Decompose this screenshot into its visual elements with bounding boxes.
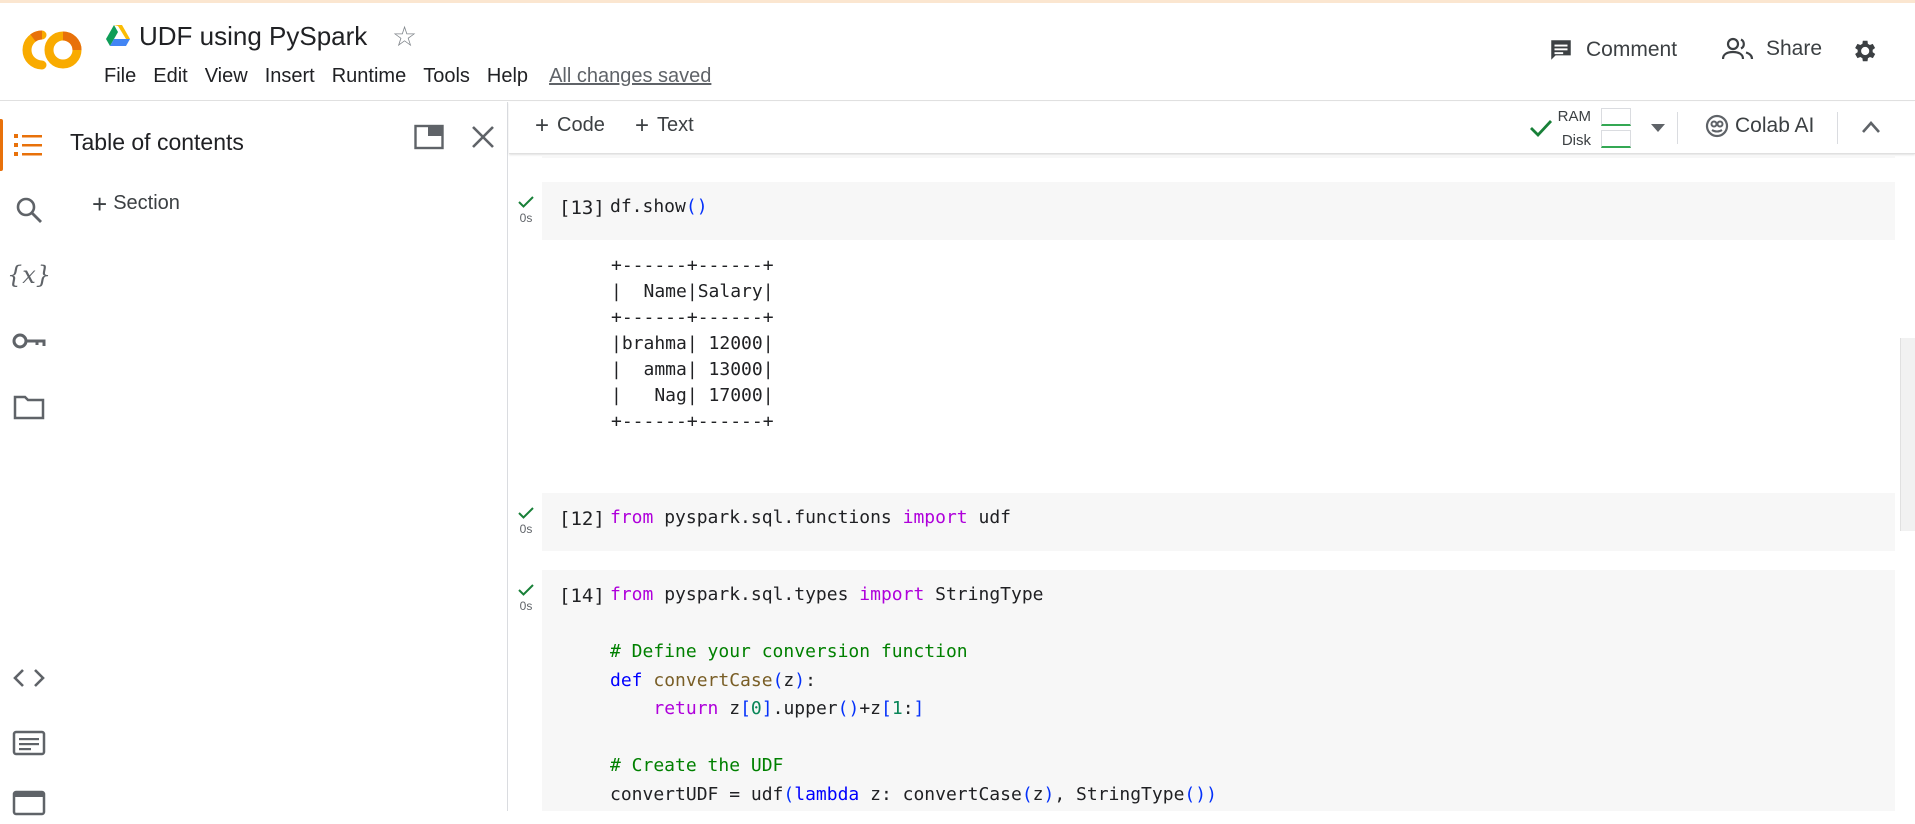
check-icon (518, 584, 534, 596)
output-line: | Nag| 17000| (611, 385, 774, 406)
plus-icon: + (635, 111, 650, 139)
cell-status[interactable]: 0s (511, 195, 541, 225)
add-code-label: Code (557, 114, 605, 136)
toc-icon[interactable] (12, 128, 46, 162)
output-line: |brahma| 12000| (611, 333, 774, 354)
cell-status[interactable]: 0s (511, 583, 541, 613)
toolbar-divider (1837, 112, 1838, 144)
execution-time: 0s (519, 211, 533, 225)
plus-icon: + (535, 111, 550, 139)
share-button[interactable]: Share (1722, 37, 1822, 61)
colab-ai-label: Colab AI (1735, 114, 1815, 137)
comment-label: Comment (1586, 38, 1678, 61)
comment-button[interactable]: Comment (1548, 37, 1677, 63)
terminal-icon[interactable] (12, 790, 46, 824)
disk-usage-bar (1601, 130, 1631, 148)
share-label: Share (1766, 37, 1823, 60)
google-drive-icon[interactable] (106, 25, 130, 47)
command-palette-icon[interactable] (12, 726, 46, 760)
chevron-down-icon[interactable] (1651, 124, 1665, 133)
toc-title: Table of contents (70, 129, 244, 155)
close-icon[interactable] (470, 124, 496, 155)
execution-time: 0s (519, 599, 533, 613)
menu-insert[interactable]: Insert (265, 65, 315, 88)
colab-logo[interactable] (18, 27, 84, 73)
cell-output: +------+------+ | Name|Salary| +------+---… (611, 253, 774, 435)
menu-edit[interactable]: Edit (153, 65, 187, 88)
execution-count: [14] (559, 585, 605, 607)
notebook-toolbar: + Code + Text RAM Disk Colab AI (509, 102, 1915, 154)
ram-label: RAM (1557, 108, 1591, 125)
active-indicator (0, 119, 3, 171)
output-line: +------+------+ (611, 255, 774, 276)
code-editor[interactable]: from pyspark.sql.functions import udf (610, 504, 1011, 533)
ram-usage-bar (1601, 108, 1631, 126)
toolbar-divider (1677, 112, 1678, 144)
cell-status[interactable]: 0s (511, 506, 541, 536)
code-cell[interactable]: [12] from pyspark.sql.functions import u… (542, 493, 1895, 551)
code-snippets-icon[interactable] (12, 661, 46, 695)
disk-label: Disk (1561, 132, 1591, 149)
menu-help[interactable]: Help (487, 65, 528, 88)
comment-icon (1551, 40, 1571, 60)
check-icon (518, 196, 534, 208)
search-icon[interactable] (12, 193, 46, 227)
menu-runtime[interactable]: Runtime (332, 65, 406, 88)
menu-view[interactable]: View (205, 65, 248, 88)
output-line: | Name|Salary| (611, 281, 774, 302)
secrets-key-icon[interactable] (12, 324, 46, 358)
output-line: | amma| 13000| (611, 359, 774, 380)
people-icon (1722, 37, 1754, 60)
code-editor[interactable]: from pyspark.sql.types import StringType… (610, 581, 1217, 809)
code-line: df.show() (610, 196, 708, 217)
variables-icon[interactable]: {𝑥} (7, 258, 51, 292)
chevron-up-icon[interactable] (1861, 120, 1881, 134)
add-text-button[interactable]: + Text (635, 111, 694, 139)
add-section-button[interactable]: + Section (92, 188, 180, 219)
star-icon[interactable]: ☆ (392, 21, 417, 53)
previous-cell-fragment[interactable] (542, 155, 1895, 158)
check-icon (518, 507, 534, 519)
colab-ai-icon (1705, 114, 1729, 138)
output-line: +------+------+ (611, 307, 774, 328)
menu-tools[interactable]: Tools (423, 65, 470, 88)
code-cell[interactable]: [14] from pyspark.sql.types import Strin… (542, 570, 1895, 811)
output-line: +------+------+ (611, 411, 774, 432)
save-status-link[interactable]: All changes saved (549, 65, 711, 88)
add-text-label: Text (657, 114, 694, 136)
add-section-label: Section (113, 192, 180, 214)
open-in-tab-icon[interactable] (414, 124, 444, 155)
table-of-contents-panel: Table of contents + Section (58, 102, 508, 811)
code-cell[interactable]: [13] df.show() (542, 182, 1895, 240)
code-editor[interactable]: df.show() (610, 193, 708, 222)
menu-bar: File Edit View Insert Runtime Tools Help… (104, 65, 728, 88)
gear-icon (1855, 40, 1876, 62)
resource-labels: RAM Disk (1557, 105, 1591, 153)
app-header: UDF using PySpark ☆ File Edit View Inser… (0, 3, 1915, 101)
add-code-button[interactable]: + Code (535, 111, 605, 139)
settings-button[interactable] (1850, 37, 1890, 65)
menu-file[interactable]: File (104, 65, 136, 88)
vertical-scrollbar[interactable] (1900, 338, 1915, 531)
plus-icon: + (92, 188, 108, 219)
execution-count: [13] (559, 197, 605, 219)
side-rail: {𝑥} (0, 102, 58, 816)
connected-check-icon (1530, 120, 1553, 138)
notebook-content: 0s [13] df.show() +------+------+ | Name|… (509, 155, 1900, 811)
execution-count: [12] (559, 508, 605, 530)
folder-icon[interactable] (12, 390, 46, 424)
colab-ai-button[interactable]: Colab AI (1705, 114, 1814, 138)
execution-time: 0s (519, 522, 533, 536)
notebook-title[interactable]: UDF using PySpark (139, 21, 367, 52)
